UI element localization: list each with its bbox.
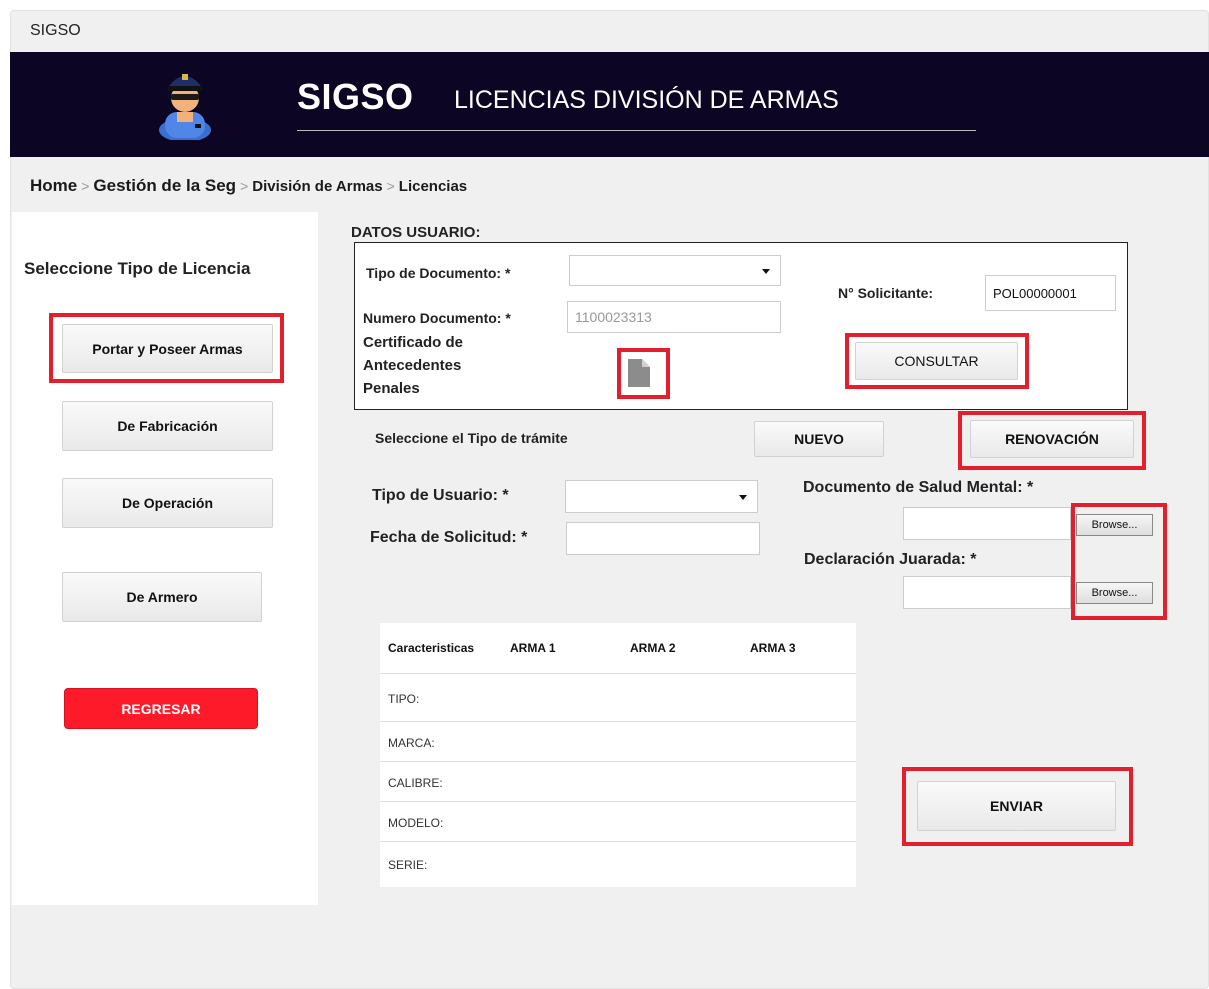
tipo-usuario-select[interactable] bbox=[565, 480, 758, 513]
table-header-arma2: ARMA 2 bbox=[630, 641, 676, 655]
caret-down-icon bbox=[762, 268, 770, 274]
numero-documento-input[interactable]: 1100023313 bbox=[567, 301, 781, 333]
breadcrumb-home[interactable]: Home bbox=[30, 176, 77, 195]
certificado-label-line3: Penales bbox=[363, 380, 420, 397]
consultar-button[interactable]: CONSULTAR bbox=[855, 342, 1018, 380]
brand-logo-text: SIGSO bbox=[297, 76, 414, 117]
table-row: CALIBRE: bbox=[380, 761, 856, 801]
table-row: MARCA: bbox=[380, 721, 856, 761]
breadcrumb-separator: > bbox=[240, 178, 249, 194]
breadcrumb-separator: > bbox=[81, 178, 90, 194]
enviar-button[interactable]: ENVIAR bbox=[917, 781, 1116, 831]
salud-mental-file-field[interactable] bbox=[903, 507, 1071, 540]
row-label-modelo: MODELO: bbox=[388, 816, 444, 830]
fabricacion-button[interactable]: De Fabricación bbox=[62, 401, 273, 451]
row-label-marca: MARCA: bbox=[388, 736, 435, 750]
tipo-documento-label: Tipo de Documento: * bbox=[366, 265, 511, 281]
header-divider bbox=[297, 130, 976, 131]
fecha-solicitud-input[interactable] bbox=[566, 522, 760, 555]
tipo-usuario-label: Tipo de Usuario: * bbox=[372, 487, 509, 504]
breadcrumb-division[interactable]: División de Armas bbox=[252, 178, 382, 195]
certificado-label-line1: Certificado de bbox=[363, 334, 464, 351]
table-header-arma3: ARMA 3 bbox=[750, 641, 796, 655]
operacion-button[interactable]: De Operación bbox=[62, 478, 273, 528]
document-icon[interactable] bbox=[627, 358, 651, 388]
breadcrumb: Home > Gestión de la Seg > División de Armas… bbox=[30, 176, 467, 196]
regresar-button[interactable]: REGRESAR bbox=[64, 688, 258, 729]
tipo-documento-select[interactable] bbox=[569, 255, 781, 286]
renovacion-button[interactable]: RENOVACIÓN bbox=[970, 420, 1134, 458]
armero-button[interactable]: De Armero bbox=[62, 572, 262, 622]
page-header: SIGSO LICENCIAS DIVISIÓN DE ARMAS bbox=[10, 52, 1209, 157]
table-row: TIPO: bbox=[380, 673, 856, 721]
solicitante-label: N° Solicitante: bbox=[838, 285, 934, 301]
highlight-box bbox=[1071, 503, 1167, 620]
weapons-table: Caracteristicas ARMA 1 ARMA 2 ARMA 3 TIP… bbox=[380, 623, 856, 887]
fecha-solicitud-label: Fecha de Solicitud: * bbox=[370, 529, 528, 546]
table-header-caracteristicas: Caracteristicas bbox=[388, 641, 475, 655]
breadcrumb-gestion[interactable]: Gestión de la Seg bbox=[93, 176, 236, 195]
certificado-label-line2: Antecedentes bbox=[363, 357, 462, 374]
declaracion-file-field[interactable] bbox=[903, 576, 1071, 609]
declaracion-label: Declaración Juarada: * bbox=[804, 551, 977, 568]
portar-poseer-button[interactable]: Portar y Poseer Armas bbox=[62, 324, 273, 373]
tramite-label: Seleccione el Tipo de trámite bbox=[375, 430, 568, 446]
row-label-serie: SERIE: bbox=[388, 858, 428, 872]
row-label-calibre: CALIBRE: bbox=[388, 776, 443, 790]
solicitante-input[interactable]: POL00000001 bbox=[985, 275, 1116, 311]
page-subtitle: LICENCIAS DIVISIÓN DE ARMAS bbox=[454, 86, 839, 114]
user-data-title: DATOS USUARIO: bbox=[351, 224, 481, 241]
police-avatar-icon bbox=[159, 74, 211, 140]
table-row: SERIE: bbox=[380, 841, 856, 887]
table-row: MODELO: bbox=[380, 801, 856, 841]
caret-down-icon bbox=[739, 494, 747, 500]
numero-documento-label: Numero Documento: * bbox=[363, 310, 511, 326]
nuevo-button[interactable]: NUEVO bbox=[754, 421, 884, 457]
table-header-arma1: ARMA 1 bbox=[510, 641, 556, 655]
salud-mental-label: Documento de Salud Mental: * bbox=[803, 479, 1034, 496]
breadcrumb-separator: > bbox=[386, 178, 395, 194]
window-title: SIGSO bbox=[30, 22, 81, 39]
row-label-tipo: TIPO: bbox=[388, 692, 420, 706]
breadcrumb-licencias: Licencias bbox=[398, 178, 468, 195]
sidebar-title: Seleccione Tipo de Licencia bbox=[24, 259, 251, 278]
